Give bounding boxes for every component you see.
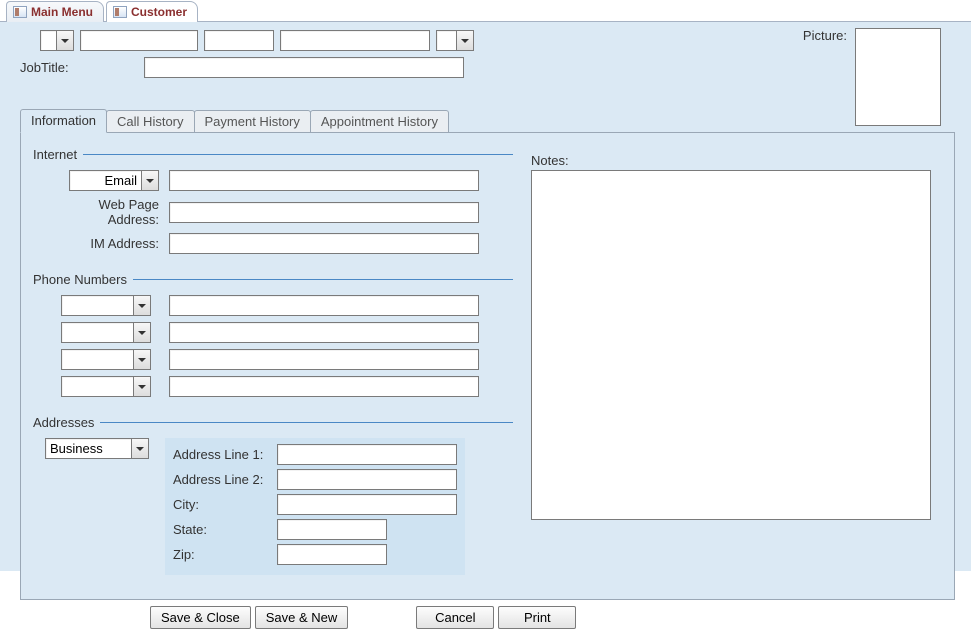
addresses-legend: Addresses [33, 415, 100, 430]
cancel-button[interactable]: Cancel [416, 606, 494, 629]
detail-tab-strip: Information Call History Payment History… [20, 108, 955, 132]
print-button[interactable]: Print [498, 606, 576, 629]
notes-label: Notes: [531, 153, 931, 168]
addr-line2-field[interactable] [277, 469, 457, 490]
tab-payment-history[interactable]: Payment History [194, 110, 311, 132]
phone-group: Phone Numbers [33, 272, 513, 403]
internet-legend: Internet [33, 147, 83, 162]
detail-tab-control: Information Call History Payment History… [20, 108, 955, 600]
customer-form: JobTitle: Picture: Information Call Hist… [0, 22, 971, 571]
tab-call-history[interactable]: Call History [106, 110, 194, 132]
chevron-down-icon[interactable] [133, 377, 150, 396]
addr-line1-label: Address Line 1: [173, 447, 273, 462]
form-icon [13, 6, 27, 18]
im-label: IM Address: [45, 236, 163, 251]
addr-line2-label: Address Line 2: [173, 472, 273, 487]
notes-area: Notes: [531, 153, 931, 523]
tab-information[interactable]: Information [20, 109, 107, 133]
phone-type-2[interactable] [62, 323, 133, 342]
last-name-field[interactable] [280, 30, 430, 51]
phone-type-4[interactable] [62, 377, 133, 396]
job-title-label: JobTitle: [20, 60, 140, 75]
left-column: Internet Web Page Address: [33, 147, 513, 575]
web-field[interactable] [169, 202, 479, 223]
internet-group: Internet Web Page Address: [33, 147, 513, 260]
addr-state-label: State: [173, 522, 273, 537]
email-type-combo[interactable] [69, 170, 159, 191]
save-new-button[interactable]: Save & New [255, 606, 349, 629]
job-title-field[interactable] [144, 57, 464, 78]
chevron-down-icon[interactable] [56, 31, 73, 50]
form-icon [113, 6, 127, 18]
addr-zip-label: Zip: [173, 547, 273, 562]
document-tab-bar: Main Menu Customer [0, 0, 971, 22]
button-bar: Save & Close Save & New Cancel Print [20, 600, 955, 629]
phone-type-combo-3[interactable] [61, 349, 151, 370]
phone-number-2[interactable] [169, 322, 479, 343]
phone-type-combo-1[interactable] [61, 295, 151, 316]
notes-field[interactable] [531, 170, 931, 520]
phone-type-1[interactable] [62, 296, 133, 315]
tab-information-body: Internet Web Page Address: [20, 132, 955, 600]
phone-legend: Phone Numbers [33, 272, 133, 287]
first-name-field[interactable] [80, 30, 198, 51]
tab-appointment-history[interactable]: Appointment History [310, 110, 449, 132]
save-close-button[interactable]: Save & Close [150, 606, 251, 629]
picture-label: Picture: [803, 28, 847, 43]
address-panel: Address Line 1: Address Line 2: City: [165, 438, 465, 575]
tab-main-menu[interactable]: Main Menu [6, 1, 104, 22]
chevron-down-icon[interactable] [133, 296, 150, 315]
chevron-down-icon[interactable] [133, 350, 150, 369]
phone-type-combo-4[interactable] [61, 376, 151, 397]
phone-number-3[interactable] [169, 349, 479, 370]
addr-zip-field[interactable] [277, 544, 387, 565]
suffix-combo-input[interactable] [437, 31, 456, 50]
tab-customer[interactable]: Customer [106, 1, 198, 22]
middle-name-field[interactable] [204, 30, 274, 51]
phone-type-3[interactable] [62, 350, 133, 369]
phone-number-1[interactable] [169, 295, 479, 316]
chevron-down-icon[interactable] [133, 323, 150, 342]
title-combo[interactable] [40, 30, 74, 51]
suffix-combo[interactable] [436, 30, 474, 51]
chevron-down-icon[interactable] [456, 31, 473, 50]
addr-line1-field[interactable] [277, 444, 457, 465]
tab-main-menu-label: Main Menu [31, 5, 93, 19]
address-type-combo[interactable] [45, 438, 149, 459]
phone-number-4[interactable] [169, 376, 479, 397]
web-label: Web Page Address: [45, 197, 163, 227]
tab-customer-label: Customer [131, 5, 187, 19]
phone-type-combo-2[interactable] [61, 322, 151, 343]
chevron-down-icon[interactable] [131, 439, 148, 458]
email-field[interactable] [169, 170, 479, 191]
addr-city-label: City: [173, 497, 273, 512]
addr-city-field[interactable] [277, 494, 457, 515]
chevron-down-icon[interactable] [141, 171, 158, 190]
addr-state-field[interactable] [277, 519, 387, 540]
email-type-value[interactable] [70, 171, 141, 190]
addresses-group: Addresses Address Line 1: [33, 415, 513, 575]
title-combo-input[interactable] [41, 31, 56, 50]
address-type-value[interactable] [46, 439, 131, 458]
im-field[interactable] [169, 233, 479, 254]
